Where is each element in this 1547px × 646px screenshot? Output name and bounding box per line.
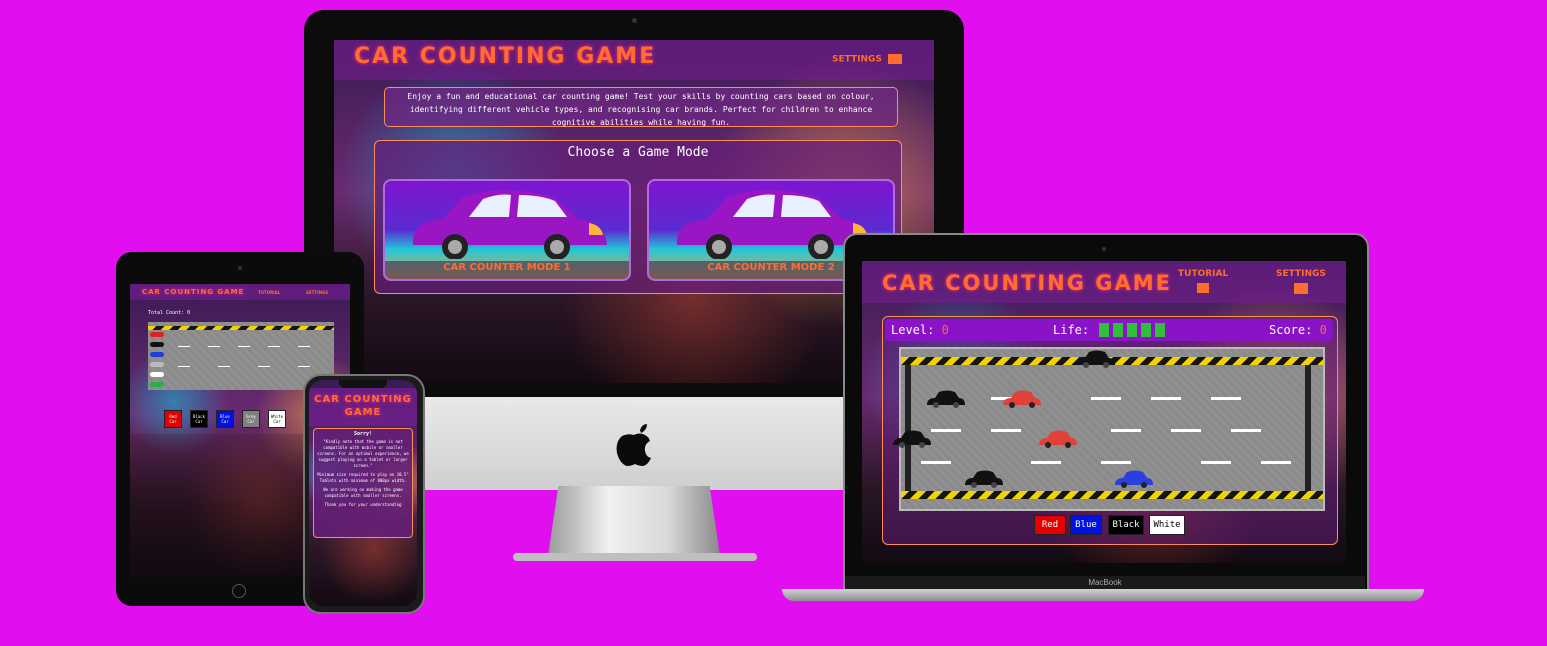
ipad-black-car-button[interactable]: Black Car [190, 410, 208, 428]
black-car [965, 470, 1003, 488]
blue-car [1115, 470, 1153, 488]
score-value: 0 [1319, 323, 1327, 337]
ipad-settings-link[interactable]: SETTINGS [306, 290, 328, 295]
level-label: Level: [891, 323, 935, 337]
macbook-page-title: CAR COUNTING GAME [882, 271, 1173, 295]
life-block [1099, 323, 1109, 337]
iphone-thanks: Thank you for your understanding [324, 502, 402, 507]
ipad-home-button[interactable] [232, 584, 246, 598]
macbook-tutorial-link[interactable]: TUTORIAL [1178, 269, 1228, 293]
life-block [1141, 323, 1151, 337]
imac-camera [632, 18, 637, 23]
settings-icon [888, 54, 903, 64]
black-car [1077, 350, 1115, 368]
macbook-road [893, 347, 1325, 511]
macbook-level: Level: 0 [891, 323, 949, 337]
ipad-car [150, 382, 164, 387]
iphone-notch [339, 380, 387, 388]
macbook-blue-button[interactable]: Blue [1070, 515, 1102, 535]
ipad-grey-car-button[interactable]: Grey Car [242, 410, 260, 428]
macbook-black-button[interactable]: Black [1108, 515, 1144, 535]
road-barrier-right [1305, 365, 1311, 491]
black-car [927, 390, 965, 408]
ipad-car [150, 372, 164, 377]
mode-1-car-image [412, 190, 607, 259]
score-label: Score: [1269, 323, 1313, 337]
settings-icon [1293, 283, 1308, 294]
ipad-car [150, 352, 164, 357]
ipad-car [150, 342, 164, 347]
macbook-red-button[interactable]: Red [1034, 515, 1066, 535]
iphone-title-line-2: GAME [344, 407, 382, 418]
mode-1-card[interactable]: CAR COUNTER MODE 1 [383, 179, 631, 281]
macbook-screen: CAR COUNTING GAME TUTORIAL SETTINGS Leve… [862, 261, 1346, 563]
iphone-message-2: Minimum size required to play on 10.5" T… [317, 472, 409, 483]
tutorial-icon [1197, 283, 1210, 293]
iphone-sorry-heading: Sorry! [353, 431, 373, 437]
red-car [1003, 390, 1041, 408]
ipad-blue-car-button[interactable]: Blue Car [216, 410, 234, 428]
red-car [1039, 430, 1077, 448]
macbook-camera [1102, 247, 1106, 251]
mode-1-label: CAR COUNTER MODE 1 [443, 262, 571, 273]
black-car [893, 430, 931, 448]
road-barrier-left [905, 365, 911, 491]
imac-base [513, 553, 757, 561]
macbook-life: Life: [1053, 323, 1089, 337]
level-value: 0 [941, 323, 949, 337]
imac-settings-label: SETTINGS [832, 54, 882, 65]
choose-mode-heading: Choose a Game Mode [567, 145, 709, 160]
life-block [1155, 323, 1165, 337]
macbook-score: Score: 0 [1269, 323, 1327, 337]
ipad-total-count: Total Count: 0 [148, 310, 191, 316]
ipad-white-car-button[interactable]: White Car [268, 410, 286, 428]
macbook-tutorial-label: TUTORIAL [1178, 269, 1229, 279]
ipad-red-car-button[interactable]: Red Car [164, 410, 182, 428]
macbook-settings-link[interactable]: SETTINGS [1276, 269, 1326, 294]
macbook-game-panel: Level: 0 Life: Score: 0 Red Blue Black W… [882, 316, 1338, 545]
ipad-tutorial-link[interactable]: TUTORIAL [258, 290, 280, 295]
iphone-screen: CAR COUNTING GAME Sorry! "Kindly note th… [309, 380, 417, 606]
macbook-base [782, 589, 1424, 601]
imac-intro-text: Enjoy a fun and educational car counting… [384, 87, 898, 127]
ipad-page-title: CAR COUNTING GAME [142, 288, 245, 296]
ipad-camera [238, 266, 242, 270]
apple-logo-icon [616, 424, 651, 466]
macbook-settings-label: SETTINGS [1276, 269, 1326, 279]
hazard-stripe-bottom [901, 491, 1323, 499]
life-meter [1099, 323, 1171, 337]
iphone-title-line-1: CAR COUNTING [314, 394, 412, 405]
imac-page-title: CAR COUNTING GAME [354, 44, 657, 69]
macbook-brand-label: MacBook [845, 576, 1365, 589]
iphone-page-title: CAR COUNTING GAME [309, 393, 417, 419]
imac-settings-link[interactable]: SETTINGS [832, 54, 903, 65]
iphone-message-1: "Kindly note that the game is not compat… [317, 439, 409, 468]
macbook-white-button[interactable]: White [1149, 515, 1185, 535]
imac-stand [548, 486, 720, 556]
iphone-message-3: We are working on making the game compat… [323, 487, 403, 498]
iphone-message-panel: Sorry! "Kindly note that the game is not… [313, 428, 413, 538]
life-block [1113, 323, 1123, 337]
ipad-car [150, 332, 164, 337]
life-block [1127, 323, 1137, 337]
game-mode-panel: Choose a Game Mode CAR COUNTER MODE 1 CA… [374, 140, 902, 294]
ipad-car [150, 362, 164, 367]
life-label: Life: [1053, 323, 1090, 337]
